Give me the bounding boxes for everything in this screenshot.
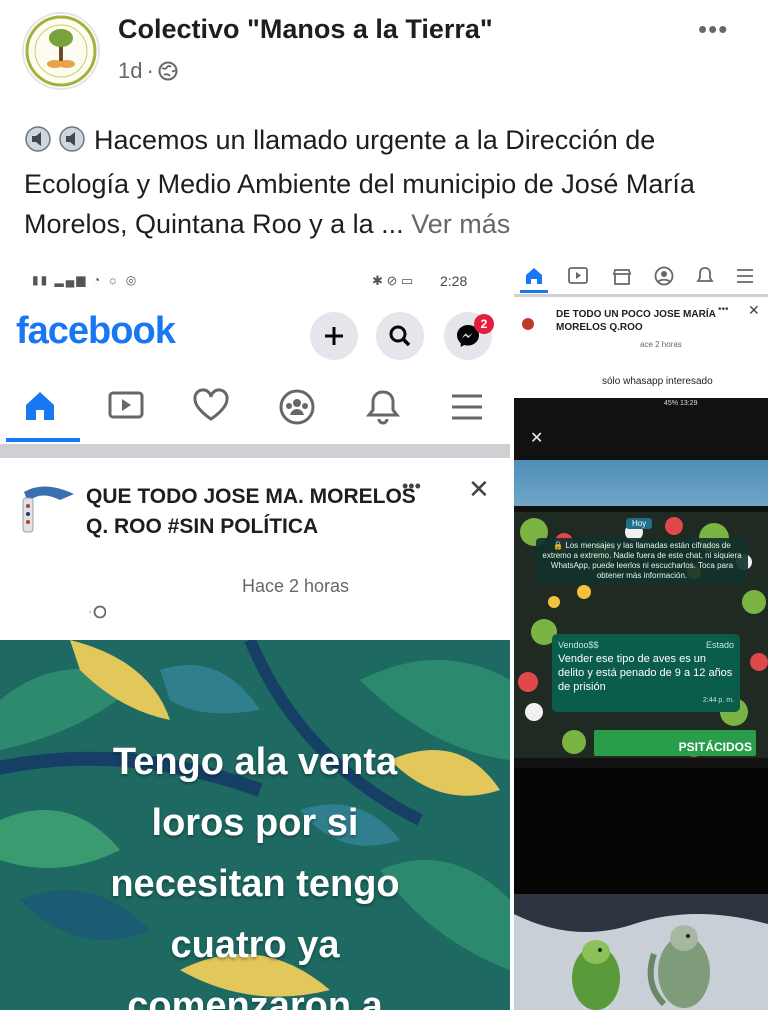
embedded-screenshot-left: ▮▮ ▂▄▆ ◔ ☼ ◎ ✱ ⊘ ▭ 2:28 facebook 2 QUE T… <box>0 262 510 1010</box>
mini-post-header: DE TODO UN POCO JOSE MARÍA MORELOS Q.ROO… <box>514 298 768 390</box>
message-time: 2:44 p. m. <box>702 697 734 704</box>
story-image-strip <box>514 460 768 506</box>
bell-icon[interactable] <box>696 266 714 286</box>
black-gap <box>514 768 768 894</box>
group-post-close-button[interactable]: ✕ <box>468 474 490 505</box>
nav-dating[interactable] <box>192 388 230 427</box>
mini-close-button[interactable]: ✕ <box>748 302 760 319</box>
video-icon <box>108 391 144 419</box>
message-sender: Vendoo$$ <box>558 640 599 650</box>
group-cover-image <box>22 486 74 533</box>
search-button[interactable] <box>376 312 424 360</box>
overlay-line: Tengo ala venta <box>112 741 398 783</box>
mini-nav-indicator <box>520 290 548 293</box>
speaker-icon <box>24 124 94 164</box>
menu-icon[interactable] <box>736 268 754 284</box>
nav-active-indicator <box>6 438 80 442</box>
overlay-line: cuatro ya <box>170 924 340 966</box>
bell-icon <box>365 390 401 425</box>
marketplace-icon[interactable] <box>612 266 632 286</box>
nav-bar <box>0 374 510 442</box>
dating-heart-icon <box>193 388 229 421</box>
globe-icon <box>158 61 178 81</box>
collective-logo <box>25 15 97 87</box>
phone-status-bar: ▮▮ ▂▄▆ ◔ ☼ ◎ ✱ ⊘ ▭ 2:28 <box>0 262 510 302</box>
group-post-time: Hace 2 horas <box>242 576 350 596</box>
create-button[interactable] <box>310 312 358 360</box>
profile-icon[interactable] <box>654 266 674 286</box>
mini-nav-bar <box>514 258 768 297</box>
mini-more-button[interactable]: ••• <box>718 304 729 315</box>
message-header: Vendoo$$ Estado <box>558 638 734 652</box>
story-close-button[interactable]: ✕ <box>530 428 543 448</box>
mini-comment-text: sólo whasapp interesado <box>602 376 713 387</box>
message-text: Vender ese tipo de aves es un delito y e… <box>558 653 733 693</box>
nav-home[interactable] <box>22 388 58 429</box>
banner-psitacidos: PSITÁCIDOS <box>594 730 756 756</box>
messenger-badge: 2 <box>474 314 494 334</box>
page-name[interactable]: Colectivo "Manos a la Tierra" <box>118 14 493 45</box>
post-body: Hacemos un llamado urgente a la Direcció… <box>24 125 695 239</box>
menu-icon <box>452 394 482 420</box>
groups-icon <box>279 389 315 425</box>
encryption-notice[interactable]: 🔒 Los mensajes y las llamadas están cifr… <box>536 538 748 584</box>
post-time-text: 1d <box>118 58 143 83</box>
post-text: Hacemos un llamado urgente a la Direcció… <box>24 120 744 244</box>
inner-status-text: 45% 13:29 <box>664 400 698 407</box>
chat-message[interactable]: Vendoo$$ Estado Vender ese tipo de aves … <box>552 634 740 712</box>
overlay-line: loros por si <box>151 802 359 844</box>
facebook-logo[interactable]: facebook <box>16 310 176 353</box>
more-options-button[interactable]: ••• <box>698 14 728 45</box>
status-time: 2:28 <box>440 273 468 289</box>
whatsapp-screenshot: 45% 13:29 ✕ Hoy 🔒 Los mensajes y las lla… <box>514 398 768 1010</box>
page-avatar[interactable] <box>22 12 100 90</box>
home-icon[interactable] <box>524 266 544 286</box>
separator-dot: · <box>146 58 154 83</box>
nav-groups[interactable] <box>278 388 316 431</box>
post-timestamp[interactable]: 1d · <box>118 58 178 84</box>
nav-menu[interactable] <box>450 392 484 427</box>
day-chip: Hoy <box>626 518 653 529</box>
group-avatar[interactable] <box>20 482 76 534</box>
nav-watch[interactable] <box>108 390 144 425</box>
mini-group-avatar[interactable] <box>522 318 534 330</box>
plus-icon <box>325 327 343 345</box>
overlay-line: comenzaron a <box>127 985 383 1010</box>
nav-notifications[interactable] <box>365 388 401 431</box>
parrot-chicks-image <box>514 894 768 1010</box>
embedded-screenshot-right: DE TODO UN POCO JOSE MARÍA MORELOS Q.ROO… <box>514 258 768 1010</box>
svg-text:·: · <box>88 604 92 618</box>
mini-post-time: ace 2 horas <box>640 340 682 349</box>
group-post-more-button[interactable]: ••• <box>402 476 421 497</box>
inner-status-bar: 45% 13:29 <box>514 398 768 412</box>
search-icon <box>389 325 411 347</box>
section-divider <box>0 444 510 458</box>
post-image-text: Tengo ala venta loros por si necesitan t… <box>40 732 470 1010</box>
battery-icon: ✱ ⊘ ▭ <box>372 273 414 288</box>
mini-group-name[interactable]: DE TODO UN POCO JOSE MARÍA MORELOS Q.ROO <box>556 308 716 334</box>
status-label: Estado <box>705 640 734 650</box>
home-icon <box>26 392 54 420</box>
parrot-photo <box>514 894 768 1010</box>
globe-icon: · <box>88 602 107 625</box>
group-name[interactable]: QUE TODO JOSE MA. MORELOS Q. ROO #SIN PO… <box>86 482 416 542</box>
see-more-link[interactable]: Ver más <box>411 209 510 239</box>
signal-icons: ▮▮ ▂▄▆ ◔ ☼ ◎ <box>32 273 139 287</box>
overlay-line: necesitan tengo <box>110 863 400 905</box>
video-icon[interactable] <box>568 267 588 285</box>
